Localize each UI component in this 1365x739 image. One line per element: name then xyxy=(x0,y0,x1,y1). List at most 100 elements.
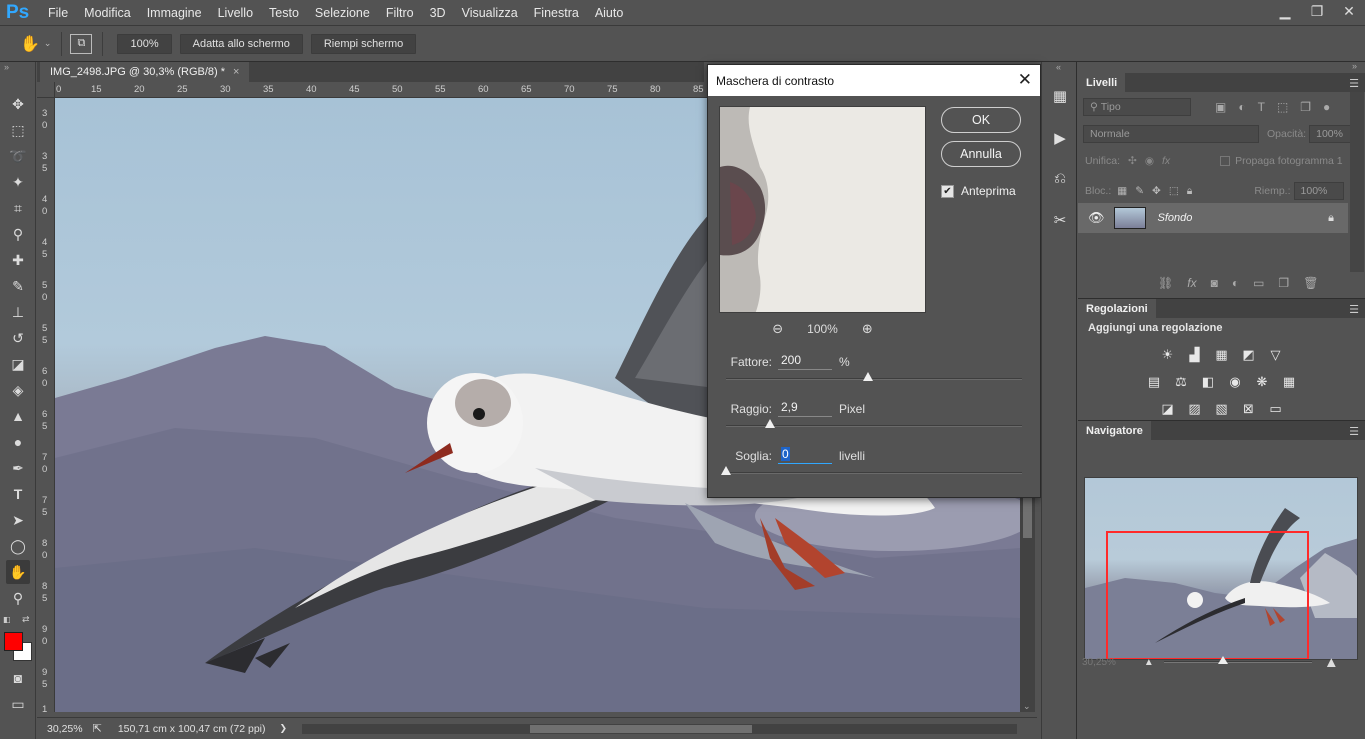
clone-stamp-tool-icon[interactable]: ⊥ xyxy=(6,300,30,324)
panel-menu-icon[interactable]: ☰ xyxy=(1349,77,1359,90)
new-adjustment-layer-icon[interactable]: ◐ xyxy=(1232,276,1239,290)
panel-menu-icon[interactable]: ☰ xyxy=(1349,425,1359,438)
fill-input[interactable]: 100% xyxy=(1293,182,1344,200)
propagate-checkbox[interactable] xyxy=(1220,156,1231,166)
zoom-out-icon[interactable]: ⊖ xyxy=(772,321,783,337)
type-tool-icon[interactable]: T xyxy=(6,482,30,506)
amount-slider-handle[interactable] xyxy=(863,372,874,381)
unify-style-icon[interactable]: fx xyxy=(1162,155,1170,167)
threshold-input[interactable]: 0 xyxy=(778,447,832,464)
pen-tool-icon[interactable]: ✒ xyxy=(6,456,30,480)
navigator-zoom-value[interactable]: 30,25% xyxy=(1082,657,1116,668)
add-mask-icon[interactable]: ◙ xyxy=(1211,276,1218,290)
ellipse-tool-icon[interactable]: ◯ xyxy=(6,534,30,558)
new-layer-icon[interactable]: ❐ xyxy=(1278,276,1289,290)
fit-screen-button[interactable]: Adatta allo schermo xyxy=(179,33,303,54)
filter-type-icon[interactable]: T xyxy=(1258,100,1265,114)
posterize-icon[interactable]: ▨ xyxy=(1185,399,1204,418)
minimize-icon[interactable]: ▁ xyxy=(1269,0,1301,22)
vertical-scrollbar-thumb[interactable] xyxy=(1023,498,1032,538)
eyedropper-tool-icon[interactable]: ⚲ xyxy=(6,222,30,246)
healing-brush-tool-icon[interactable]: ✚ xyxy=(6,248,30,272)
selective-color-icon[interactable]: ⊠ xyxy=(1239,399,1258,418)
blend-mode-dropdown[interactable]: Normale xyxy=(1083,125,1259,143)
navigator-thumbnail[interactable] xyxy=(1084,477,1358,660)
hue-saturation-icon[interactable]: ▤ xyxy=(1145,372,1164,391)
menu-livello[interactable]: Livello xyxy=(210,6,261,20)
zoom-in-mountain-icon[interactable]: ▲ xyxy=(1324,654,1339,671)
threshold-slider[interactable] xyxy=(721,466,1022,475)
history-panel-icon[interactable]: ⎌ xyxy=(1048,166,1072,190)
lasso-tool-icon[interactable]: ➰ xyxy=(6,144,30,168)
unify-position-icon[interactable]: ✣ xyxy=(1128,155,1137,167)
tool-preset-dropdown-icon[interactable]: ⌄ xyxy=(44,38,52,49)
zoom-tool-icon[interactable]: ⚲ xyxy=(6,586,30,610)
tab-navigator[interactable]: Navigatore xyxy=(1078,421,1151,440)
layer-style-icon[interactable]: fx xyxy=(1187,276,1196,290)
lock-all-icon[interactable]: 🔒︎ xyxy=(1187,185,1193,198)
status-menu-arrow[interactable]: ❯ xyxy=(280,723,288,734)
lock-image-icon[interactable]: ✎ xyxy=(1135,185,1144,197)
link-layers-icon[interactable]: ⛓ xyxy=(1158,276,1173,290)
eye-icon[interactable]: 👁︎ xyxy=(1088,210,1105,226)
brightness-contrast-icon[interactable]: ☀ xyxy=(1158,345,1177,364)
cancel-button[interactable]: Annulla xyxy=(941,141,1021,167)
menu-3d[interactable]: 3D xyxy=(422,6,454,20)
eraser-tool-icon[interactable]: ◪ xyxy=(6,352,30,376)
status-zoom[interactable]: 30,25% xyxy=(47,723,83,735)
radius-input[interactable]: 2,9 xyxy=(778,400,832,417)
curves-icon[interactable]: ▦ xyxy=(1212,345,1231,364)
marquee-tool-icon[interactable]: ⬚ xyxy=(6,118,30,142)
menu-finestra[interactable]: Finestra xyxy=(526,6,587,20)
panel-menu-icon[interactable]: ☰ xyxy=(1349,303,1359,316)
close-icon[interactable]: ✕ xyxy=(1333,0,1365,22)
foreground-color-swatch[interactable] xyxy=(4,632,23,651)
layer-name[interactable]: Sfondo xyxy=(1158,212,1193,224)
hand-tool-icon[interactable]: ✋ xyxy=(6,560,30,584)
lock-position-icon[interactable]: ✥ xyxy=(1152,185,1161,197)
layer-row[interactable]: 👁︎ Sfondo 🔒︎ xyxy=(1078,203,1348,233)
tools-presets-icon[interactable]: ✂ xyxy=(1048,208,1072,232)
filter-toggle-icon[interactable]: ● xyxy=(1323,100,1330,114)
quick-mask-icon[interactable]: ◙ xyxy=(6,666,30,690)
menu-aiuto[interactable]: Aiuto xyxy=(587,6,632,20)
dodge-tool-icon[interactable]: ● xyxy=(6,430,30,454)
collapse-toolbar-icon[interactable]: » xyxy=(4,62,9,72)
menu-modifica[interactable]: Modifica xyxy=(76,6,139,20)
layer-filter-dropdown[interactable]: ⚲ Tipo xyxy=(1083,98,1191,116)
hand-tool-icon[interactable]: ✋ xyxy=(20,34,40,54)
ok-button[interactable]: OK xyxy=(941,107,1021,133)
photo-filter-icon[interactable]: ◉ xyxy=(1226,372,1245,391)
horizontal-scrollbar-thumb[interactable] xyxy=(530,725,752,733)
document-tab[interactable]: IMG_2498.JPG @ 30,3% (RGB/8) * × xyxy=(40,62,250,82)
scroll-all-windows-icon[interactable]: ⧉ xyxy=(70,33,93,54)
path-selection-tool-icon[interactable]: ➤ xyxy=(6,508,30,532)
zoom-100-button[interactable]: 100% xyxy=(117,33,172,54)
menu-selezione[interactable]: Selezione xyxy=(307,6,378,20)
vibrance-icon[interactable]: ▽ xyxy=(1266,345,1285,364)
default-colors-icon[interactable]: ◧ xyxy=(3,615,11,624)
color-lookup-icon[interactable]: ▦ xyxy=(1280,372,1299,391)
panels-collapse-icon[interactable]: » xyxy=(1352,61,1357,71)
threshold-icon[interactable]: ▧ xyxy=(1212,399,1231,418)
zoom-out-mountain-icon[interactable]: ▲ xyxy=(1144,657,1154,668)
new-group-icon[interactable]: ▭ xyxy=(1253,276,1264,290)
navigator-zoom-slider[interactable] xyxy=(1163,656,1312,664)
blur-tool-icon[interactable]: ▲ xyxy=(6,404,30,428)
filter-smart-object-icon[interactable]: ❐ xyxy=(1300,100,1311,114)
radius-slider-handle[interactable] xyxy=(765,419,776,428)
navigator-view-box[interactable] xyxy=(1106,531,1309,659)
tab-adjustments[interactable]: Regolazioni xyxy=(1078,299,1156,318)
filter-pixel-icon[interactable]: ▣ xyxy=(1215,100,1226,114)
swap-colors-icon[interactable]: ⇄ xyxy=(22,614,30,625)
crop-tool-icon[interactable]: ⌗ xyxy=(6,196,30,220)
close-icon[interactable]: ✕ xyxy=(1018,70,1032,90)
scroll-down-icon[interactable]: ⌄ xyxy=(1023,701,1031,712)
unify-visibility-icon[interactable]: ◉ xyxy=(1145,155,1154,167)
lock-transparent-icon[interactable]: ▦ xyxy=(1117,185,1127,197)
screen-mode-icon[interactable]: ▭ xyxy=(6,692,30,716)
gradient-map-icon[interactable]: ▭ xyxy=(1266,399,1285,418)
filter-adjustment-icon[interactable]: ◐ xyxy=(1238,100,1245,114)
preview-checkbox-row[interactable]: ✔ Anteprima xyxy=(941,184,1016,198)
menu-filtro[interactable]: Filtro xyxy=(378,6,422,20)
